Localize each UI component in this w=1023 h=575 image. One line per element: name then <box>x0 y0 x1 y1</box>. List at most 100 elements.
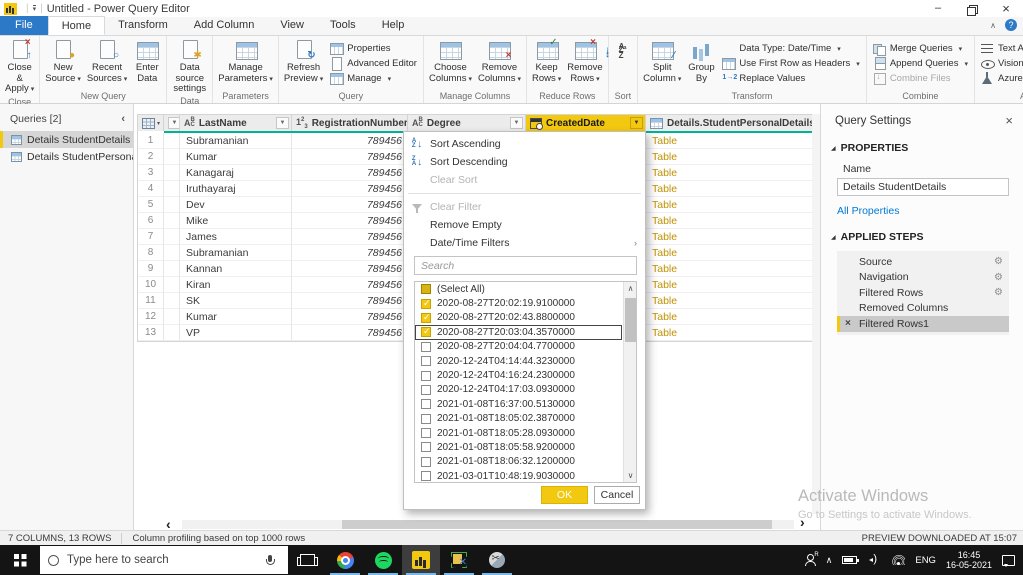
notification-center-icon[interactable] <box>1002 554 1015 567</box>
filter-value-row[interactable]: 2021-01-08T18:05:02.3870000 <box>415 412 622 426</box>
help-icon[interactable]: ? <box>1005 19 1017 31</box>
grid-cell[interactable]: Table <box>646 181 816 197</box>
filter-value-row[interactable]: 2020-12-24T04:16:24.2300000 <box>415 368 622 382</box>
grid-cell[interactable]: Table <box>646 309 816 325</box>
grid-cell[interactable]: 789456 <box>292 293 408 309</box>
applied-step-removed-columns[interactable]: Removed Columns <box>837 301 1009 317</box>
grid-cell[interactable] <box>164 293 180 309</box>
azure-machine-learning-button[interactable]: Azure Machine Learning <box>977 71 1023 86</box>
group-by-button[interactable]: Group By <box>684 38 718 85</box>
split-column-button[interactable]: ∕ Split Column ▾ <box>640 38 684 86</box>
grid-cell[interactable]: Mike <box>180 213 292 229</box>
applied-step-source[interactable]: Source ⚙ <box>837 254 1009 270</box>
checkbox-icon[interactable] <box>421 442 431 453</box>
collapse-queries-pane-icon[interactable]: ‹ <box>121 113 125 125</box>
filter-icon[interactable]: ▼ <box>168 117 179 129</box>
keep-rows-button[interactable]: ✓ Keep Rows ▾ <box>529 38 564 86</box>
manage-parameters-button[interactable]: Manage Parameters ▾ <box>215 38 276 86</box>
use-first-row-as-headers-button[interactable]: Use First Row as Headers ▾ <box>718 56 863 71</box>
grid-cell[interactable] <box>164 261 180 277</box>
grid-cell[interactable]: 11 <box>138 293 164 309</box>
grid-cell[interactable]: 789456 <box>292 197 408 213</box>
grid-cell[interactable]: Kannan <box>180 261 292 277</box>
taskbar-app-task-view[interactable] <box>288 545 326 575</box>
grid-cell[interactable]: James <box>180 229 292 245</box>
scroll-up-icon[interactable]: ∧ <box>624 284 636 293</box>
grid-cell[interactable]: Table <box>646 245 816 261</box>
menu-item-remove-empty[interactable]: Remove Empty <box>404 216 645 234</box>
grid-cell[interactable]: 2 <box>138 149 164 165</box>
checkbox-icon[interactable] <box>421 399 431 410</box>
grid-cell[interactable]: 1 <box>138 133 164 149</box>
grid-cell[interactable]: 6 <box>138 213 164 229</box>
column-header-createddate[interactable]: CreatedDate ▼ <box>526 115 646 131</box>
grid-cell[interactable]: 3 <box>138 165 164 181</box>
checkbox-icon[interactable] <box>421 471 431 482</box>
column-header-lastname[interactable]: A B C LastName ▼ <box>180 115 292 131</box>
grid-cell[interactable]: 9 <box>138 261 164 277</box>
column-header-degree[interactable]: A B C Degree ▼ <box>408 115 526 131</box>
grid-cell[interactable]: Table <box>646 277 816 293</box>
close-apply-button[interactable]: × ↑ Close & Apply ▾ <box>2 38 37 97</box>
tab-tools[interactable]: Tools <box>317 16 369 35</box>
filter-value-row[interactable]: 2020-12-24T04:17:03.0930000 <box>415 383 622 397</box>
grid-cell[interactable]: 13 <box>138 325 164 341</box>
filter-value-row[interactable]: 2020-08-27T20:02:19.9100000 <box>415 296 622 310</box>
grid-cell[interactable]: Table <box>646 325 816 341</box>
profiling-status[interactable]: Column profiling based on top 1000 rows <box>121 532 305 544</box>
query-name-input[interactable] <box>837 178 1009 196</box>
delete-step-icon[interactable]: × <box>845 318 859 329</box>
gear-icon[interactable]: ⚙ <box>994 256 1003 267</box>
new-source-button[interactable]: ● New Source ▾ <box>42 38 84 86</box>
grid-cell[interactable]: Table <box>646 293 816 309</box>
tab-add-column[interactable]: Add Column <box>181 16 268 35</box>
grid-cell[interactable]: 789456 <box>292 261 408 277</box>
filter-search-input[interactable] <box>414 256 637 275</box>
grid-cell[interactable]: Table <box>646 197 816 213</box>
tab-transform[interactable]: Transform <box>105 16 181 35</box>
grid-cell[interactable]: Kumar <box>180 309 292 325</box>
grid-cell[interactable]: Table <box>646 133 816 149</box>
grid-cell[interactable]: Iruthayaraj <box>180 181 292 197</box>
tab-file[interactable]: File <box>0 16 48 35</box>
filter-value-row[interactable]: 2021-01-08T18:05:58.9200000 <box>415 440 622 454</box>
data-type-date-time-button[interactable]: Data Type: Date/Time ▾ <box>718 41 863 56</box>
advanced-editor-button[interactable]: Advanced Editor <box>326 56 421 71</box>
tab-help[interactable]: Help <box>369 16 418 35</box>
grid-cell[interactable] <box>164 213 180 229</box>
checkbox-icon[interactable] <box>421 326 431 338</box>
grid-cell[interactable]: 789456 <box>292 181 408 197</box>
grid-cell[interactable]: 789456 <box>292 325 408 341</box>
text-analytics-button[interactable]: Text Analytics <box>977 41 1023 56</box>
expander-icon[interactable]: ◢ <box>831 145 836 152</box>
taskbar-app-power-bi[interactable] <box>402 545 440 575</box>
manage-button[interactable]: Manage ▾ <box>326 71 421 86</box>
grid-cell[interactable]: 789456 <box>292 149 408 165</box>
hidden-icons-chevron-icon[interactable]: ∧ <box>826 555 833 566</box>
filter-value-row[interactable]: 2021-01-08T18:05:28.0930000 <box>415 426 622 440</box>
volume-icon[interactable] <box>867 553 881 566</box>
grid-cell[interactable]: 4 <box>138 181 164 197</box>
wifi-icon[interactable] <box>891 555 905 565</box>
vision-button[interactable]: Vision <box>977 56 1023 71</box>
grid-cell[interactable]: 789456 <box>292 133 408 149</box>
taskbar-app-spotify[interactable] <box>364 545 402 575</box>
merge-queries-button[interactable]: Merge Queries ▾ <box>869 41 972 56</box>
cancel-button[interactable]: Cancel <box>594 486 640 504</box>
start-button[interactable] <box>0 545 40 575</box>
grid-cell[interactable]: Table <box>646 165 816 181</box>
grid-cell[interactable]: 789456 <box>292 309 408 325</box>
grid-cell[interactable] <box>164 149 180 165</box>
grid-cell[interactable]: 12 <box>138 309 164 325</box>
grid-cell[interactable]: 7 <box>138 229 164 245</box>
filter-value-row[interactable]: 2021-03-01T10:48:19.9030000 <box>415 469 622 482</box>
checkbox-icon[interactable] <box>421 428 431 439</box>
filter-value-row[interactable]: 2020-08-27T20:03:04.3570000 <box>415 325 622 340</box>
grid-cell[interactable]: Kiran <box>180 277 292 293</box>
grid-cell[interactable] <box>164 197 180 213</box>
horizontal-scrollbar[interactable] <box>182 520 794 529</box>
tab-view[interactable]: View <box>267 16 317 35</box>
checkbox-icon[interactable] <box>421 370 431 381</box>
column-header-partial[interactable]: ▼ <box>164 115 180 131</box>
query-item-details-studentpersonal[interactable]: Details StudentPersonal... <box>0 148 133 165</box>
